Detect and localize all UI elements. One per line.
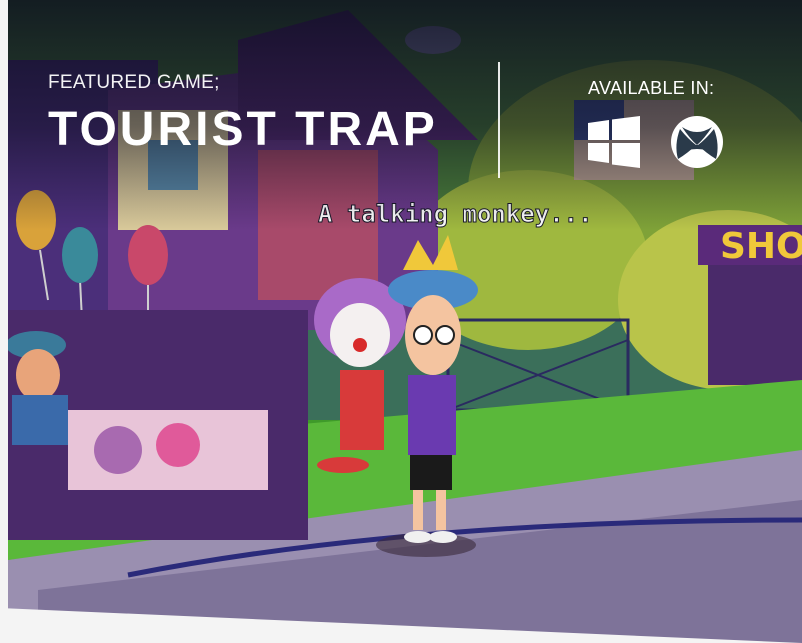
featured-game-banner[interactable]: A talking monkey... SHO FEATURED GAME; T… bbox=[8, 0, 802, 643]
page-left-margin bbox=[0, 0, 8, 643]
available-in-label: AVAILABLE IN: bbox=[588, 78, 715, 98]
windows-icon[interactable] bbox=[588, 116, 640, 168]
speech-caption: A talking monkey... bbox=[318, 200, 593, 228]
shop-sign-text: SHO bbox=[720, 226, 802, 267]
featured-game-label: FEATURED GAME; bbox=[48, 72, 220, 93]
game-title[interactable]: TOURIST TRAP bbox=[48, 103, 438, 157]
availability-section: AVAILABLE IN: bbox=[588, 78, 724, 169]
xbox-icon[interactable] bbox=[670, 115, 724, 169]
featured-game-heading: FEATURED GAME; TOURIST TRAP bbox=[48, 72, 438, 157]
vertical-divider bbox=[498, 62, 500, 178]
platform-list bbox=[588, 115, 724, 169]
